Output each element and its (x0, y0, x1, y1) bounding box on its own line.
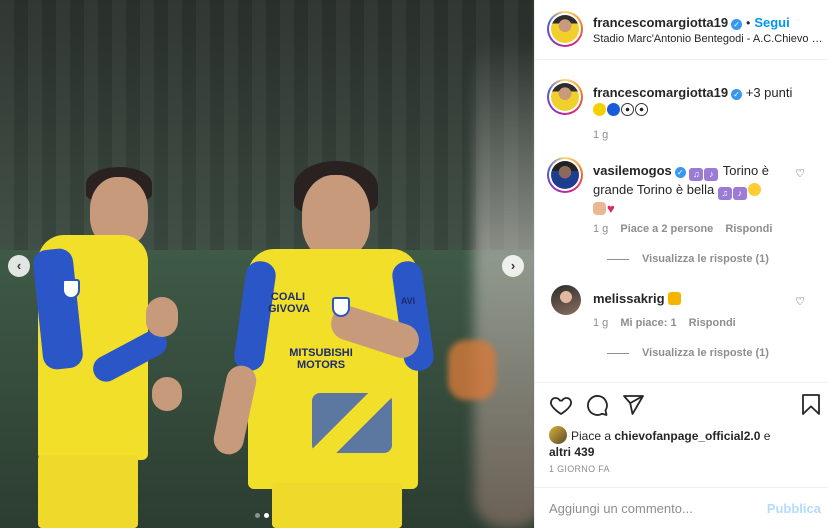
previous-photo-button[interactable]: ‹ (8, 255, 30, 277)
liker-username[interactable]: chievofanpage_official2.0 (614, 429, 760, 443)
heart-icon[interactable] (549, 393, 573, 417)
caption-text: francescomargiotta19 ✓ +3 punti (593, 84, 813, 118)
reply-button[interactable]: Rispondi (725, 223, 772, 235)
comment-meta: 1 g Mi piace: 1 Rispondi (593, 317, 745, 329)
verified-badge-icon: ✓ (731, 89, 743, 100)
likes-others[interactable]: altri 439 (549, 445, 594, 459)
musical-notes-icon: ♫ (689, 168, 704, 181)
separator-dot: • (746, 16, 751, 30)
post-side-panel: francescomargiotta19 ✓ • Segui Stadio Marc'… (534, 0, 828, 528)
comment-time: 1 g (593, 317, 609, 329)
blue-circle-icon (607, 103, 620, 116)
caption-body: +3 punti (745, 85, 793, 100)
caption-meta: 1 g (593, 129, 617, 141)
carousel-indicator (255, 513, 269, 518)
post-photo[interactable]: COALI GIVOVA AVI MITSUBISHI MOTORS ‹ › (0, 0, 534, 528)
yellow-circle-icon (593, 103, 606, 116)
add-comment-bar: Aggiungi un commento... Pubblica (535, 487, 828, 528)
avatar[interactable] (547, 79, 583, 115)
player-left (30, 165, 190, 528)
blurred-goalkeeper (474, 40, 534, 528)
reply-button[interactable]: Rispondi (689, 317, 736, 329)
post-timestamp: 1 GIORNO FA (549, 464, 610, 474)
comment-time: 1 g (593, 223, 609, 235)
comment-likes[interactable]: Mi piace: 1 (620, 317, 676, 329)
carousel-dot (255, 513, 260, 518)
musical-notes-icon: ♫ (717, 187, 732, 200)
publish-button[interactable]: Pubblica (767, 501, 821, 516)
next-photo-button[interactable]: › (502, 255, 524, 277)
flexed-biceps-icon (593, 202, 606, 215)
view-replies-button[interactable]: Visualizza le risposte (1) (607, 253, 769, 265)
crown-icon (668, 292, 682, 305)
caption-time: 1 g (593, 129, 609, 141)
sponsor-mitsubishi: MITSUBISHI MOTORS (289, 347, 353, 371)
liker-avatar (549, 426, 567, 444)
view-replies-button[interactable]: Visualizza le risposte (1) (607, 347, 769, 359)
comment-text: melissakrig (593, 290, 813, 307)
avatar[interactable] (547, 11, 583, 47)
red-heart-icon: ♥ (607, 201, 615, 216)
comment-username[interactable]: vasilemogos (593, 163, 672, 178)
caption-username[interactable]: francescomargiotta19 (593, 85, 728, 100)
player-center: COALI GIVOVA AVI MITSUBISHI MOTORS (210, 161, 436, 528)
goalkeeper-glove (448, 340, 496, 400)
soccer-ball-icon (621, 103, 634, 116)
laughing-icon (747, 183, 761, 196)
avatar[interactable] (547, 157, 583, 193)
post-actions: Piace a chievofanpage_official2.0 e altr… (535, 382, 828, 487)
carousel-dot-active (264, 513, 269, 518)
location-link[interactable]: Stadio Marc'Antonio Bentegodi - A.C.Chie… (593, 33, 823, 45)
follow-button[interactable]: Segui (754, 15, 789, 30)
avatar[interactable] (551, 285, 581, 315)
likes-prefix: Piace a (571, 429, 615, 443)
comment-icon[interactable] (585, 393, 609, 417)
likes-suffix: e (760, 429, 771, 443)
post-header: francescomargiotta19 ✓ • Segui Stadio Marc'… (535, 0, 828, 60)
author-username[interactable]: francescomargiotta19 (593, 15, 728, 30)
verified-badge-icon: ✓ (731, 19, 743, 30)
sponsor-coali: COALI GIVOVA (268, 291, 310, 315)
bookmark-icon[interactable] (799, 393, 823, 417)
comment-input[interactable]: Aggiungi un commento... (549, 501, 749, 516)
likes-summary[interactable]: Piace a chievofanpage_official2.0 e altr… (549, 426, 819, 460)
comments-list[interactable]: francescomargiotta19 ✓ +3 punti 1 g vasil… (535, 61, 828, 382)
like-comment-icon[interactable]: ♡ (795, 295, 805, 308)
comment-text: vasilemogos ✓ ♫ ♪ Torino è grande Torino è… (593, 162, 813, 217)
comment-meta: 1 g Piace a 2 persone Rispondi (593, 223, 781, 235)
like-comment-icon[interactable]: ♡ (795, 167, 805, 180)
musical-keyboard-icon: ♪ (732, 187, 747, 200)
sponsor-avi: AVI (400, 296, 416, 306)
comment-likes[interactable]: Piace a 2 persone (620, 223, 713, 235)
soccer-ball-icon (635, 103, 648, 116)
comment-username[interactable]: melissakrig (593, 291, 665, 306)
share-icon[interactable] (621, 393, 645, 417)
musical-keyboard-icon: ♪ (704, 168, 719, 181)
verified-badge-icon: ✓ (674, 167, 686, 178)
